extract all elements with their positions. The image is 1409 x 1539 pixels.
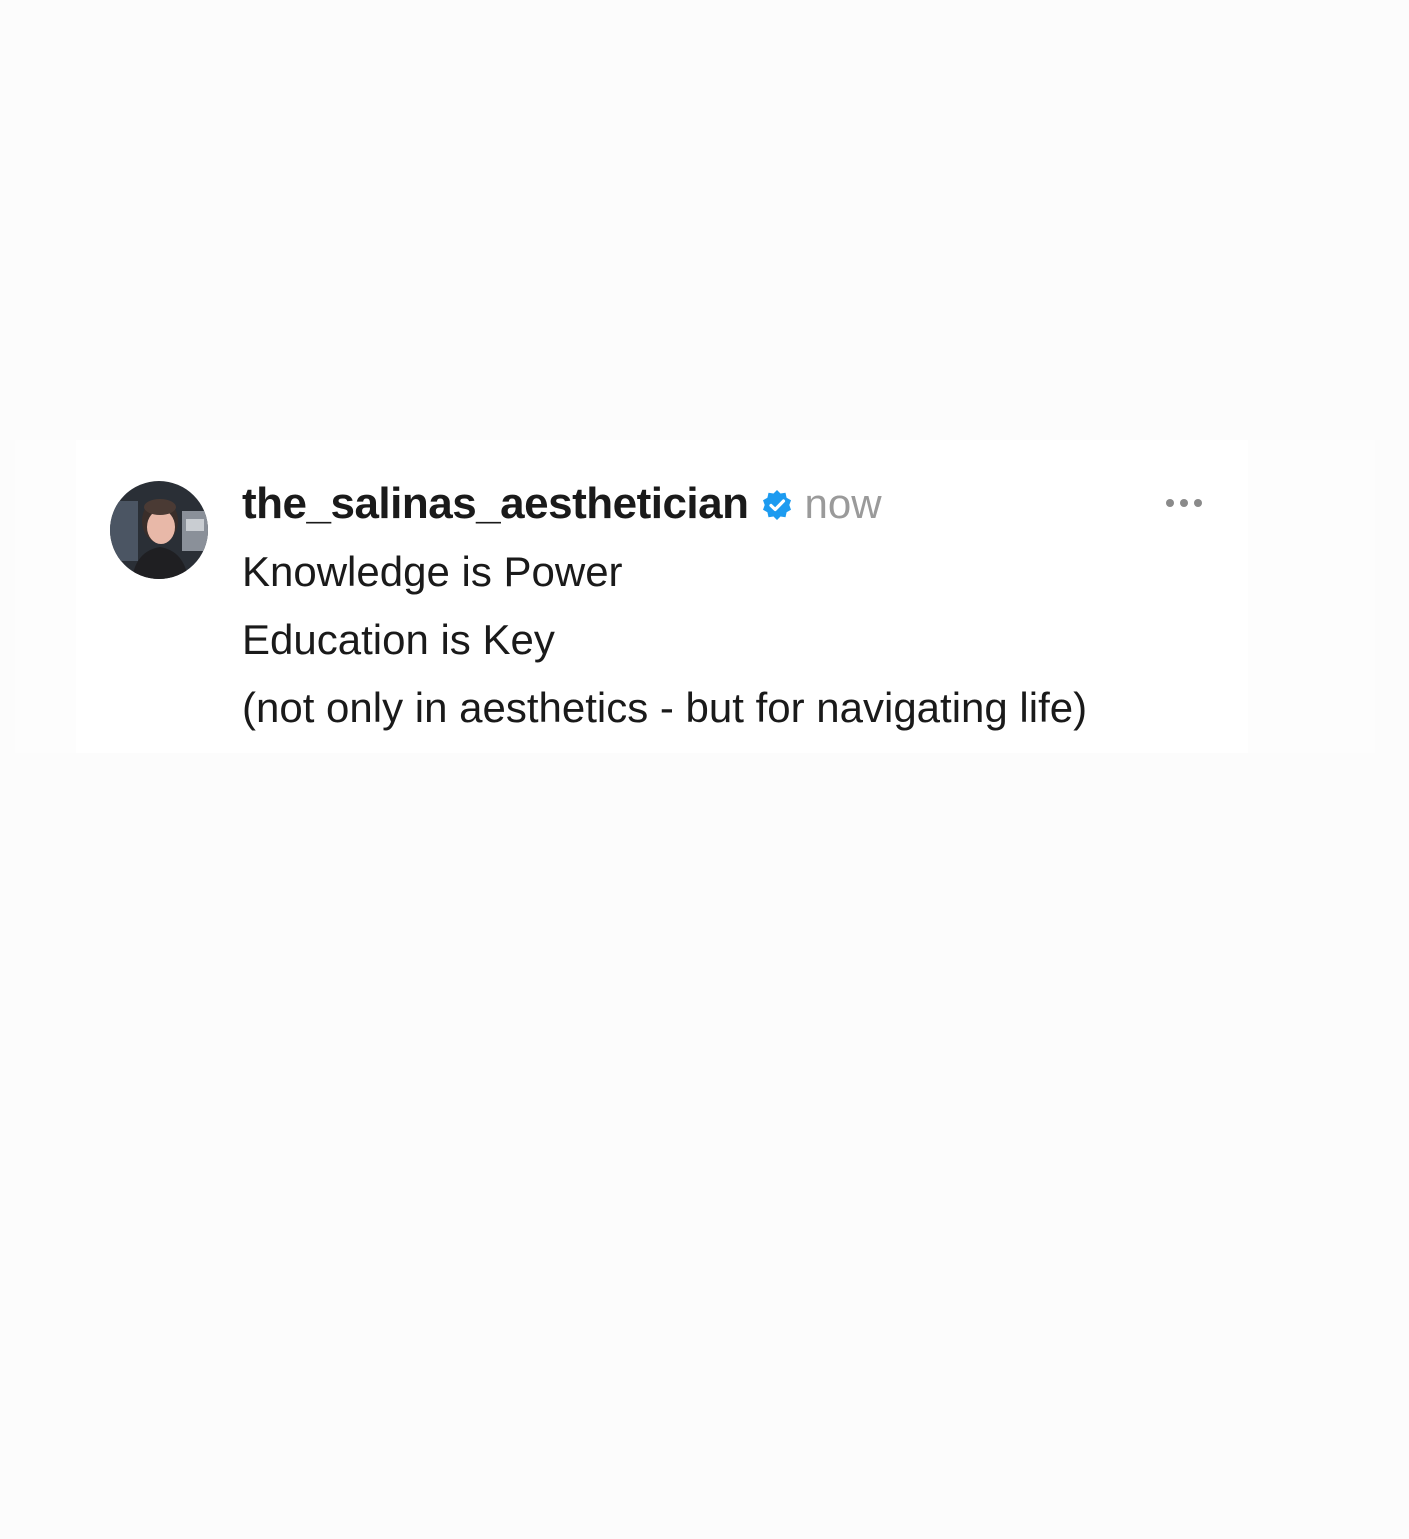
page: the_salinas_aesthetician now Knowledge i… [0, 0, 1409, 1539]
avatar[interactable] [110, 481, 208, 579]
post-text-line: Knowledge is Power [242, 548, 623, 595]
timestamp: now [804, 480, 882, 527]
post-text-line: Education is Key [242, 616, 555, 663]
profile-photo-icon [110, 481, 208, 579]
more-options-icon[interactable] [1158, 490, 1210, 516]
post-text-line: (not only in aesthetics - but for naviga… [242, 684, 1088, 731]
verified-badge-icon [760, 488, 794, 522]
post-header: the_salinas_aesthetician now [242, 476, 882, 532]
username-link[interactable]: the_salinas_aesthetician [242, 479, 749, 529]
